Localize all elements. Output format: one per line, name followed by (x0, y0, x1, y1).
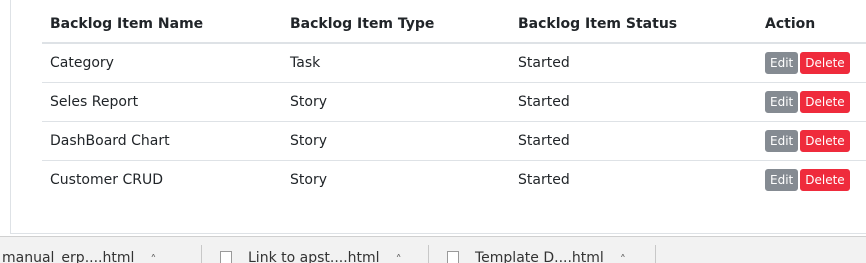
cell-item-type: Story (282, 121, 510, 161)
table-row: Customer CRUD Story Started Edit Delete (42, 161, 866, 200)
cell-item-type: Story (290, 172, 327, 188)
delete-button[interactable]: Delete (800, 91, 850, 113)
edit-button[interactable]: Edit (765, 52, 799, 74)
download-item[interactable]: Link to apst....html ˄ (220, 237, 402, 263)
delete-button[interactable]: Delete (800, 52, 850, 74)
table-row: Seles Report Story Started Edit Delete (42, 82, 866, 122)
cell-actions: Edit Delete (757, 82, 866, 122)
download-separator (655, 245, 656, 263)
chevron-up-icon[interactable]: ˄ (620, 237, 626, 263)
chevron-up-icon[interactable]: ˄ (396, 237, 402, 263)
file-icon (220, 251, 232, 263)
download-item[interactable]: Template D....html ˄ (447, 237, 626, 263)
cell-actions: Edit Delete (757, 161, 866, 200)
cell-item-type: Task (282, 43, 510, 83)
download-separator (201, 245, 202, 263)
card-bottom-border (10, 233, 866, 234)
download-file-name: Template D....html (475, 250, 604, 263)
download-item[interactable]: manual_erp....html ˄ (2, 237, 156, 263)
header-action: Action (757, 5, 866, 44)
download-separator (428, 245, 429, 263)
header-backlog-item-type: Backlog Item Type (282, 5, 510, 44)
page: Backlog Item Name Backlog Item Type Back… (0, 0, 866, 263)
cell-item-name: Seles Report (42, 82, 282, 122)
card-left-border (10, 0, 11, 234)
header-backlog-item-status: Backlog Item Status (510, 5, 757, 44)
download-shelf: manual_erp....html ˄ Link to apst....htm… (0, 236, 866, 263)
chevron-up-icon[interactable]: ˄ (150, 237, 156, 263)
file-icon (447, 251, 459, 263)
cell-item-type: Story (282, 82, 510, 122)
cell-item-name: Customer CRUD (50, 172, 163, 188)
cell-actions: Edit Delete (757, 121, 866, 161)
cell-actions: Edit Delete (757, 43, 866, 83)
edit-button[interactable]: Edit (765, 130, 799, 152)
edit-button[interactable]: Edit (765, 169, 799, 191)
edit-button[interactable]: Edit (765, 91, 799, 113)
table-header-row: Backlog Item Name Backlog Item Type Back… (42, 5, 866, 44)
download-file-name: Link to apst....html (248, 250, 380, 263)
delete-button[interactable]: Delete (800, 130, 850, 152)
download-file-name: manual_erp....html (2, 250, 135, 263)
cell-item-status: Started (510, 43, 757, 83)
cell-item-status: Started (510, 121, 757, 161)
cell-item-status: Started (510, 82, 757, 122)
cell-item-name: DashBoard Chart (42, 121, 282, 161)
table-row: DashBoard Chart Story Started Edit Delete (42, 121, 866, 161)
backlog-table: Backlog Item Name Backlog Item Type Back… (42, 5, 866, 199)
cell-item-status: Started (518, 172, 570, 188)
header-backlog-item-name: Backlog Item Name (42, 5, 282, 44)
backlog-table-container: Backlog Item Name Backlog Item Type Back… (42, 5, 866, 199)
cell-item-name: Category (42, 43, 282, 83)
delete-button[interactable]: Delete (800, 169, 850, 191)
table-row: Category Task Started Edit Delete (42, 43, 866, 83)
